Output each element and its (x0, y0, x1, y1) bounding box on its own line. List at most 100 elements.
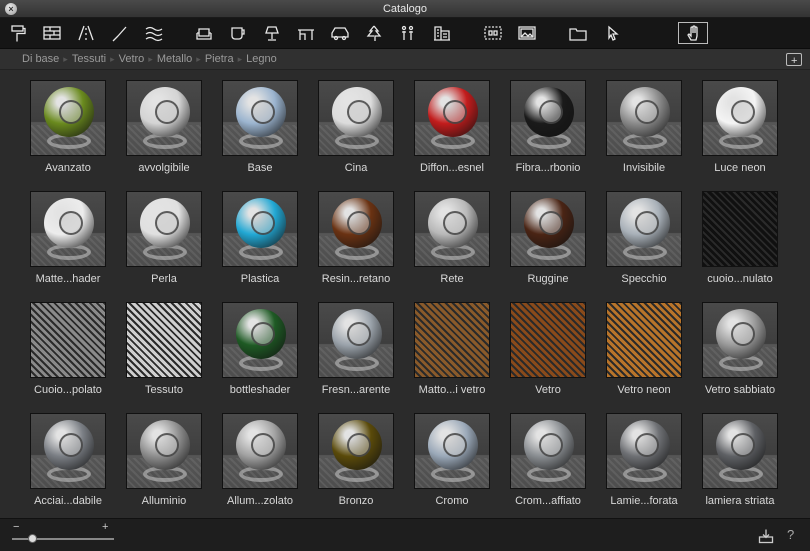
material-thumbnail[interactable] (30, 302, 106, 378)
material-item[interactable]: Tessuto (116, 293, 212, 404)
material-item[interactable]: Perla (116, 182, 212, 293)
material-label: lamiera striata (705, 495, 775, 507)
material-item[interactable]: Allum...zolato (212, 404, 308, 515)
material-thumbnail[interactable] (126, 302, 202, 378)
material-item[interactable]: Lamie...forata (596, 404, 692, 515)
building-icon[interactable] (431, 22, 453, 44)
material-item[interactable]: Acciai...dabile (20, 404, 116, 515)
material-thumbnail[interactable] (126, 191, 202, 267)
material-thumbnail[interactable] (318, 413, 394, 489)
people-icon[interactable] (397, 22, 419, 44)
material-thumbnail[interactable] (414, 302, 490, 378)
material-thumbnail[interactable] (318, 191, 394, 267)
material-thumbnail[interactable] (318, 80, 394, 156)
breadcrumb-separator: ▸ (196, 54, 201, 64)
material-thumbnail[interactable] (222, 302, 298, 378)
material-item[interactable]: Cina (308, 71, 404, 182)
water-icon[interactable] (143, 22, 165, 44)
material-item[interactable]: Bronzo (308, 404, 404, 515)
cup-icon[interactable] (227, 22, 249, 44)
breadcrumb-item[interactable]: Di base (22, 53, 59, 65)
material-item[interactable]: Luce neon (692, 71, 788, 182)
material-item[interactable]: Resin...retano (308, 182, 404, 293)
material-thumbnail[interactable] (222, 413, 298, 489)
material-item[interactable]: Diffon...esnel (404, 71, 500, 182)
paint-roller-icon[interactable] (7, 22, 29, 44)
material-thumbnail[interactable] (30, 413, 106, 489)
material-thumbnail[interactable] (702, 80, 778, 156)
material-item[interactable]: Alluminio (116, 404, 212, 515)
library-icon[interactable] (482, 22, 504, 44)
material-thumbnail[interactable] (510, 191, 586, 267)
material-item[interactable]: Base (212, 71, 308, 182)
tree-icon[interactable] (363, 22, 385, 44)
brush-icon[interactable] (109, 22, 131, 44)
material-item[interactable]: Avanzato (20, 71, 116, 182)
pointer-icon[interactable] (601, 22, 623, 44)
material-thumbnail[interactable] (126, 80, 202, 156)
material-thumbnail[interactable] (414, 80, 490, 156)
image-icon[interactable] (516, 22, 538, 44)
material-item[interactable]: Vetro sabbiato (692, 293, 788, 404)
material-thumbnail[interactable] (30, 80, 106, 156)
breadcrumb-item[interactable]: Pietra (205, 53, 234, 65)
material-thumbnail[interactable] (318, 302, 394, 378)
sofa-icon[interactable] (193, 22, 215, 44)
close-window-button[interactable]: × (5, 3, 17, 15)
material-thumbnail[interactable] (606, 413, 682, 489)
desk-icon[interactable] (295, 22, 317, 44)
material-item[interactable]: avvolgibile (116, 71, 212, 182)
material-item[interactable]: Specchio (596, 182, 692, 293)
material-thumbnail[interactable] (606, 302, 682, 378)
material-item[interactable]: Plastica (212, 182, 308, 293)
add-folder-icon[interactable] (786, 51, 802, 72)
material-item[interactable]: lamiera striata (692, 404, 788, 515)
help-button[interactable]: ? (787, 527, 794, 542)
material-thumbnail[interactable] (510, 413, 586, 489)
material-thumbnail[interactable] (606, 191, 682, 267)
material-item[interactable]: Vetro neon (596, 293, 692, 404)
breadcrumb-separator: ▸ (237, 54, 243, 64)
material-item[interactable]: cuoio...nulato (692, 182, 788, 293)
material-item[interactable]: Cromo (404, 404, 500, 515)
material-item[interactable]: bottleshader (212, 293, 308, 404)
material-item[interactable]: Invisibile (596, 71, 692, 182)
breadcrumb-item[interactable]: Legno (246, 53, 277, 65)
breadcrumb-item[interactable]: Metallo (157, 53, 192, 65)
folder-icon[interactable] (567, 22, 589, 44)
material-thumbnail[interactable] (414, 413, 490, 489)
material-thumbnail[interactable] (702, 191, 778, 267)
material-item[interactable]: Matte...hader (20, 182, 116, 293)
car-icon[interactable] (329, 22, 351, 44)
material-thumbnail[interactable] (702, 413, 778, 489)
breadcrumb-item[interactable]: Tessuti (72, 53, 106, 65)
material-label: Perla (151, 273, 177, 285)
material-thumbnail[interactable] (414, 191, 490, 267)
material-item[interactable]: Rete (404, 182, 500, 293)
material-thumbnail[interactable] (606, 80, 682, 156)
zoom-slider[interactable] (12, 538, 114, 540)
material-item[interactable]: Ruggine (500, 182, 596, 293)
material-thumbnail[interactable] (510, 302, 586, 378)
lamp-icon[interactable] (261, 22, 283, 44)
material-thumbnail[interactable] (126, 413, 202, 489)
material-item[interactable]: Cuoio...polato (20, 293, 116, 404)
material-item[interactable]: Fibra...rbonio (500, 71, 596, 182)
material-item[interactable]: Crom...affiato (500, 404, 596, 515)
material-thumbnail[interactable] (222, 80, 298, 156)
material-label: Bronzo (338, 495, 374, 507)
hand-icon[interactable] (678, 22, 708, 44)
download-icon[interactable] (758, 528, 774, 544)
brick-wall-icon[interactable] (41, 22, 63, 44)
material-item[interactable]: Vetro (500, 293, 596, 404)
material-item[interactable]: Fresn...arente (308, 293, 404, 404)
road-icon[interactable] (75, 22, 97, 44)
material-thumbnail[interactable] (702, 302, 778, 378)
zoom-slider-knob[interactable] (28, 534, 38, 543)
material-item[interactable]: Matto...i vetro (404, 293, 500, 404)
material-thumbnail[interactable] (30, 191, 106, 267)
material-label: Allum...zolato (226, 495, 294, 507)
material-thumbnail[interactable] (510, 80, 586, 156)
material-thumbnail[interactable] (222, 191, 298, 267)
breadcrumb-item[interactable]: Vetro (119, 53, 145, 65)
